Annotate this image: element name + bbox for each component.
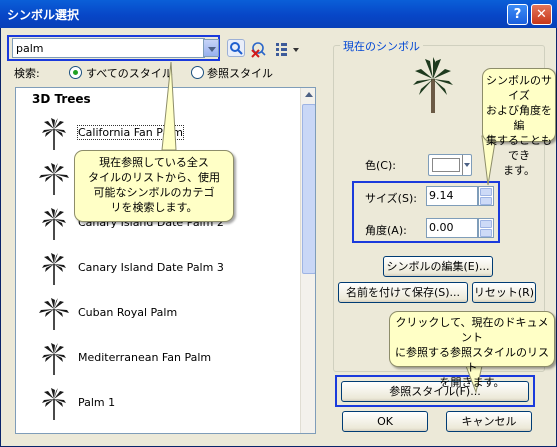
list-category-header: 3D Trees	[32, 92, 91, 106]
symbol-list-item-label: Cuban Royal Palm	[78, 306, 178, 319]
tree-icon	[38, 342, 70, 376]
symbol-list-item-label: Mediterranean Fan Palm	[78, 351, 212, 364]
search-button[interactable]	[227, 39, 245, 57]
help-icon: ?	[513, 7, 522, 22]
tree-icon	[38, 162, 70, 196]
radio-all-styles-label[interactable]: すべてのスタイル	[86, 65, 173, 81]
reset-button[interactable]: リセット(R)	[472, 282, 536, 303]
window-title: シンボル選択	[7, 8, 80, 22]
color-picker[interactable]	[428, 154, 472, 176]
tree-icon	[38, 252, 70, 286]
tree-icon	[39, 298, 69, 330]
save-as-button[interactable]: 名前を付けて保存(S)...	[338, 282, 468, 303]
clear-search-button[interactable]	[250, 40, 268, 58]
color-swatch	[432, 158, 460, 172]
tree-icon	[413, 57, 453, 113]
tree-icon	[42, 253, 66, 285]
search-scope-label: 検索:	[14, 67, 40, 80]
tree-icon	[42, 208, 66, 240]
size-input[interactable]: 9.14	[426, 186, 478, 206]
radio-referenced-styles-label[interactable]: 参照スタイル	[207, 65, 273, 81]
chevron-down-icon	[208, 47, 216, 52]
view-options-icon	[276, 43, 299, 56]
callout-search-help: 現在参照している全ス タイルのリストから、使用 可能なシンボルのカテゴ リを検索…	[74, 150, 234, 222]
angle-decrement[interactable]	[480, 229, 492, 237]
callout-size-angle-help: シンボルのサイズ および角度を編 集することもでき ます。	[482, 68, 556, 177]
scroll-up-icon[interactable]	[305, 92, 313, 97]
symbol-list[interactable]: 3D Trees California Fan Palm Canary Islan…	[15, 87, 316, 434]
size-increment[interactable]	[480, 188, 492, 196]
symbol-list-item[interactable]: Canary Island Date Palm 3	[16, 248, 300, 288]
symbol-preview	[413, 57, 453, 113]
scrollbar-thumb[interactable]	[302, 104, 315, 274]
symbol-list-item[interactable]: Palm 1	[16, 383, 300, 423]
tree-icon	[38, 117, 70, 151]
tree-icon	[42, 118, 66, 150]
size-decrement[interactable]	[480, 197, 492, 205]
search-input[interactable]	[12, 38, 205, 58]
radio-selected-dot	[73, 70, 78, 75]
clear-search-icon	[251, 42, 266, 58]
symbol-list-item[interactable]: Mediterranean Fan Palm	[16, 338, 300, 378]
angle-label: 角度(A):	[365, 224, 407, 237]
angle-spinner[interactable]	[478, 218, 494, 238]
tree-icon	[38, 387, 70, 421]
callout-style-references-help: クリックして、現在のドキュメント に参照する参照スタイルのリスト を開きます。	[389, 311, 555, 389]
search-icon	[230, 42, 243, 55]
radio-all-styles[interactable]	[69, 66, 82, 79]
symbol-list-item-label: California Fan Palm	[77, 125, 184, 140]
current-symbol-group-title: 現在のシンボル	[340, 38, 423, 54]
close-icon: ✕	[536, 7, 547, 22]
list-scrollbar[interactable]	[300, 88, 315, 433]
tree-icon	[42, 343, 66, 375]
angle-input[interactable]: 0.00	[426, 218, 478, 238]
search-history-dropdown[interactable]	[203, 39, 219, 57]
tree-icon	[38, 297, 70, 331]
title-bar[interactable]	[0, 0, 557, 28]
view-options-button[interactable]	[275, 41, 301, 57]
symbol-list-item-label: Palm 1	[78, 396, 116, 409]
symbol-list-item[interactable]: California Fan Palm	[16, 113, 300, 153]
ok-button[interactable]: OK	[342, 411, 428, 432]
symbol-list-item[interactable]: Cuban Royal Palm	[16, 293, 300, 333]
tree-icon	[38, 207, 70, 241]
edit-symbol-button[interactable]: シンボルの編集(E)...	[383, 256, 493, 277]
tree-icon	[39, 163, 69, 195]
size-spinner[interactable]	[478, 186, 494, 206]
radio-referenced-styles[interactable]	[191, 66, 204, 79]
size-label: サイズ(S):	[365, 192, 417, 205]
symbol-list-item-label: Canary Island Date Palm 3	[78, 261, 224, 274]
close-button[interactable]: ✕	[531, 4, 552, 25]
cancel-button[interactable]: キャンセル	[446, 411, 532, 432]
chevron-down-icon	[464, 163, 470, 167]
color-label: 色(C):	[365, 159, 396, 172]
angle-increment[interactable]	[480, 220, 492, 228]
color-picker-divider	[462, 155, 463, 175]
tree-icon	[42, 388, 66, 420]
help-button[interactable]: ?	[507, 4, 528, 25]
